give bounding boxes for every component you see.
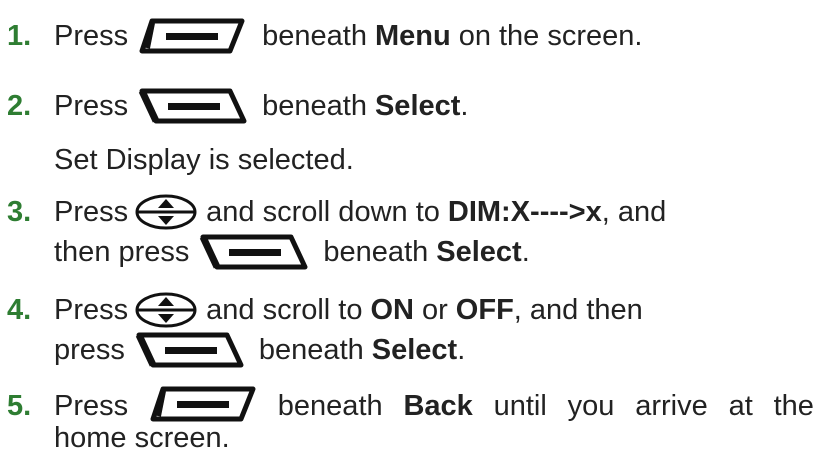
step-text: beneath — [277, 390, 383, 422]
step-text: beneath — [262, 90, 367, 122]
scroll-key-icon — [134, 193, 198, 231]
step-text: Press — [54, 90, 129, 122]
step-text: Press — [54, 196, 129, 228]
step-text: until — [493, 390, 547, 422]
softkey-label: Back — [403, 390, 473, 422]
step-text: the — [773, 390, 814, 422]
left-softkey-icon — [138, 18, 246, 54]
step-4-line-1: 4. Press and scroll to ON or OFF , and t… — [0, 290, 643, 330]
menu-option-label: DIM:X---->x — [447, 196, 602, 228]
step-text: beneath — [262, 20, 367, 52]
step-number: 2. — [7, 90, 32, 122]
step-text: Press — [54, 294, 129, 326]
step-text: press — [54, 334, 125, 366]
softkey-label: Select — [371, 334, 458, 366]
right-softkey-icon — [138, 88, 248, 124]
step-text: Press — [54, 20, 129, 52]
step-text: and scroll to — [206, 294, 363, 326]
step-note: Set Display is selected. — [54, 144, 354, 176]
step-1-line: 1. Press beneath Menu on the screen. — [0, 16, 642, 56]
option-off-label: OFF — [455, 294, 514, 326]
step-2-note: Set Display is selected. — [0, 140, 354, 180]
step-text: you — [567, 390, 615, 422]
softkey-label: Select — [374, 90, 461, 122]
step-text: home screen. — [54, 422, 230, 454]
option-on-label: ON — [370, 294, 415, 326]
step-text: , and then — [513, 294, 643, 326]
step-2-line: 2. Press beneath Select . — [0, 86, 468, 126]
step-text: then press — [54, 236, 190, 268]
step-text: on the screen. — [458, 20, 643, 52]
step-text: arrive — [635, 390, 708, 422]
step-text: beneath — [323, 236, 429, 268]
scroll-key-icon — [134, 291, 198, 329]
step-text: and scroll down to — [206, 196, 440, 228]
right-softkey-icon — [199, 234, 309, 270]
step-text: . — [460, 90, 469, 122]
step-text: at — [728, 390, 753, 422]
right-softkey-icon — [135, 332, 245, 368]
step-text: , and — [601, 196, 667, 228]
step-4-line-2: press beneath Select . — [0, 330, 465, 370]
step-text: . — [521, 236, 530, 268]
step-number: 1. — [7, 20, 32, 52]
step-number: 3. — [7, 196, 32, 228]
step-text: . — [457, 334, 466, 366]
softkey-label: Menu — [374, 20, 451, 52]
step-number: 4. — [7, 294, 32, 326]
step-text: or — [422, 294, 448, 326]
step-text: beneath — [258, 334, 364, 366]
softkey-label: Select — [436, 236, 522, 268]
step-5-line-2: home screen. — [0, 418, 230, 458]
step-3-line-2: then press beneath Select . — [0, 232, 530, 272]
step-3-line-1: 3. Press and scroll down to DIM:X---->x … — [0, 192, 666, 232]
